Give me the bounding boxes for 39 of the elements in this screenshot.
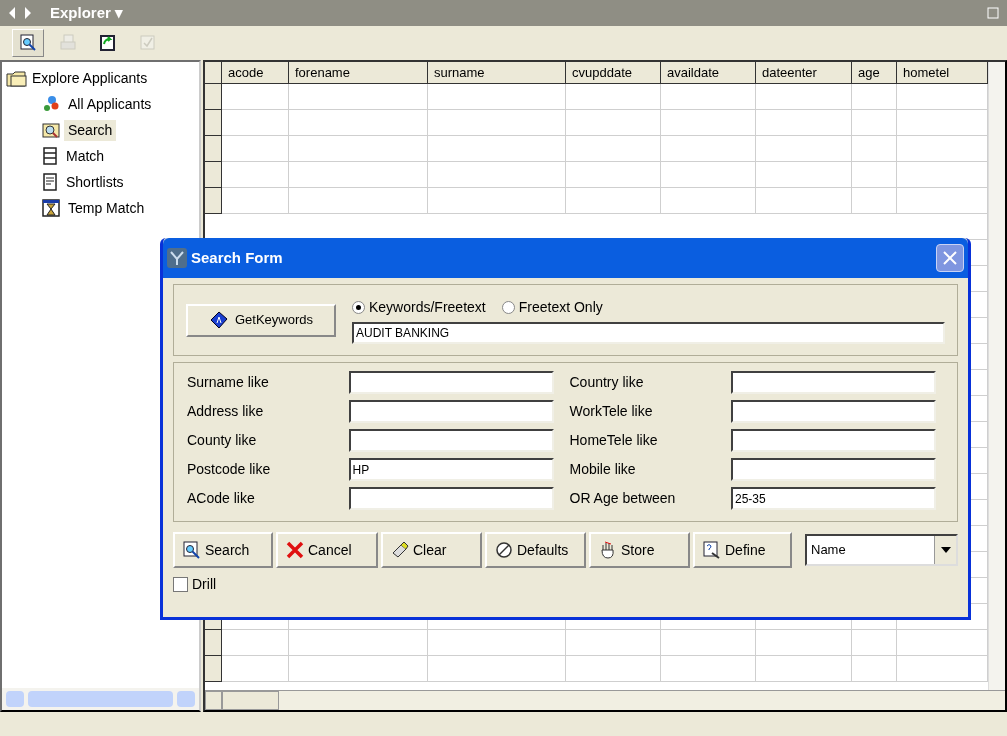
tree-item[interactable]: Shortlists <box>62 171 128 193</box>
tree-item[interactable]: Search <box>64 119 117 141</box>
radio-label: Keywords/Freetext <box>369 297 486 317</box>
column-header[interactable]: surname <box>428 62 566 83</box>
field-label: OR Age between <box>569 489 676 508</box>
column-header[interactable]: acode <box>222 62 289 83</box>
window-title: Explorer ▾ <box>50 2 124 23</box>
sort-dropdown[interactable]: Name <box>805 534 958 566</box>
input-field[interactable]: 25-35 <box>731 487 936 510</box>
column-header[interactable]: availdate <box>661 62 756 83</box>
field-label: HomeTele like <box>569 431 658 450</box>
action-button[interactable]: Store <box>589 532 690 568</box>
column-header[interactable]: cvupddate <box>566 62 661 83</box>
field-label: Address like <box>187 402 264 421</box>
field-label: WorkTele like <box>569 402 653 421</box>
action-button[interactable]: Clear <box>381 532 482 568</box>
field-label: Surname like <box>187 373 269 392</box>
checkbox-label: Drill <box>192 575 217 594</box>
action-button[interactable]: Defaults <box>485 532 586 568</box>
column-header[interactable]: dateenter <box>756 62 852 83</box>
column-header[interactable]: age <box>852 62 897 83</box>
column-header[interactable]: forename <box>289 62 428 83</box>
tree-item[interactable]: Temp Match <box>64 197 149 219</box>
action-button[interactable]: Define <box>693 532 792 568</box>
field-label: County like <box>187 431 257 450</box>
tree-item[interactable]: All Applicants <box>64 93 156 115</box>
field-label: Postcode like <box>187 460 271 479</box>
field-label: Country like <box>569 373 644 392</box>
dialog-title: Search Form <box>191 247 283 268</box>
keywords-field[interactable]: AUDIT BANKING <box>352 321 945 344</box>
get-keywords-button[interactable]: GetKeywords <box>186 303 336 337</box>
radio-label: Freetext Only <box>518 297 603 317</box>
input-field[interactable]: HP <box>348 458 554 481</box>
action-button[interactable]: Cancel <box>276 532 378 568</box>
field-label: Mobile like <box>569 460 636 479</box>
tree-item[interactable]: Explore Applicants <box>32 68 148 89</box>
action-button[interactable]: Search <box>173 532 273 568</box>
field-label: ACode like <box>187 489 255 508</box>
tree-item[interactable]: Match <box>62 145 109 167</box>
